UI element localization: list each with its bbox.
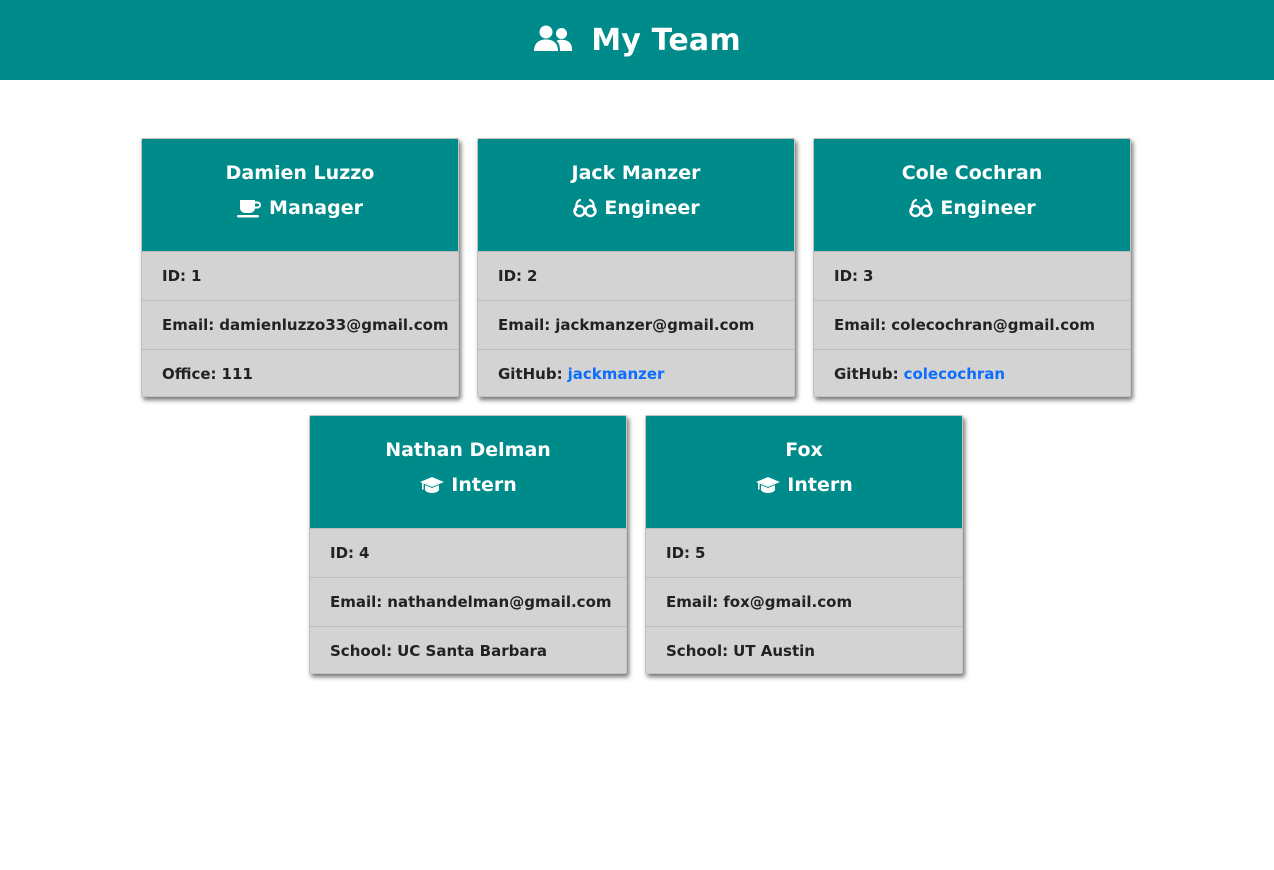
role-label: Engineer bbox=[940, 197, 1036, 219]
school-row: School: UT Austin bbox=[646, 626, 962, 673]
email-row: Email: jackmanzer@gmail.com bbox=[478, 300, 794, 349]
employee-name: Nathan Delman bbox=[385, 439, 551, 461]
id-value: 5 bbox=[695, 544, 706, 562]
email-row: Email: fox@gmail.com bbox=[646, 577, 962, 626]
employee-card-intern: Nathan Delman Intern ID: 4 Email: nathan… bbox=[309, 415, 627, 674]
graduation-cap-icon bbox=[419, 475, 445, 495]
email-label: Email: bbox=[498, 316, 551, 334]
school-label: School: bbox=[330, 642, 393, 660]
glasses-icon bbox=[572, 198, 598, 218]
id-row: ID: 1 bbox=[142, 251, 458, 300]
role-label: Intern bbox=[451, 474, 517, 496]
office-value: 111 bbox=[221, 365, 253, 383]
email-label: Email: bbox=[666, 593, 719, 611]
id-value: 2 bbox=[527, 267, 538, 285]
email-value[interactable]: damienluzzo33@gmail.com bbox=[219, 316, 448, 334]
page-title: My Team bbox=[591, 22, 741, 58]
email-row: Email: nathandelman@gmail.com bbox=[310, 577, 626, 626]
id-label: ID: bbox=[498, 267, 523, 285]
office-row: Office: 111 bbox=[142, 349, 458, 396]
email-value[interactable]: nathandelman@gmail.com bbox=[387, 593, 611, 611]
email-value[interactable]: fox@gmail.com bbox=[723, 593, 852, 611]
email-label: Email: bbox=[834, 316, 887, 334]
github-row: GitHub: jackmanzer bbox=[478, 349, 794, 396]
employee-card-manager: Damien Luzzo Manager ID: 1 Email: damien… bbox=[141, 138, 459, 397]
school-row: School: UC Santa Barbara bbox=[310, 626, 626, 673]
employee-role: Intern bbox=[646, 473, 962, 497]
github-link[interactable]: jackmanzer bbox=[568, 365, 665, 383]
school-value: UC Santa Barbara bbox=[397, 642, 547, 660]
email-value[interactable]: jackmanzer@gmail.com bbox=[555, 316, 754, 334]
github-label: GitHub: bbox=[498, 365, 563, 383]
employee-card-engineer: Jack Manzer Engineer ID: 2 Email: jackma… bbox=[477, 138, 795, 397]
card-header: Cole Cochran Engineer bbox=[814, 139, 1130, 251]
id-value: 4 bbox=[359, 544, 370, 562]
glasses-icon bbox=[908, 198, 934, 218]
card-header: Fox Intern bbox=[646, 416, 962, 528]
github-link[interactable]: colecochran bbox=[904, 365, 1005, 383]
card-header: Damien Luzzo Manager bbox=[142, 139, 458, 251]
employee-name: Damien Luzzo bbox=[225, 162, 375, 184]
employee-role: Manager bbox=[142, 196, 458, 220]
page-header: My Team bbox=[0, 0, 1274, 80]
id-row: ID: 2 bbox=[478, 251, 794, 300]
id-row: ID: 5 bbox=[646, 528, 962, 577]
github-label: GitHub: bbox=[834, 365, 899, 383]
email-row: Email: damienluzzo33@gmail.com bbox=[142, 300, 458, 349]
role-label: Engineer bbox=[604, 197, 700, 219]
id-value: 1 bbox=[191, 267, 202, 285]
role-label: Intern bbox=[787, 474, 853, 496]
email-row: Email: colecochran@gmail.com bbox=[814, 300, 1130, 349]
email-value[interactable]: colecochran@gmail.com bbox=[891, 316, 1095, 334]
employee-role: Engineer bbox=[478, 196, 794, 220]
card-header: Jack Manzer Engineer bbox=[478, 139, 794, 251]
users-icon bbox=[533, 24, 573, 54]
employee-card-intern: Fox Intern ID: 5 Email: fox@gmail.com Sc… bbox=[645, 415, 963, 674]
email-label: Email: bbox=[330, 593, 383, 611]
id-label: ID: bbox=[330, 544, 355, 562]
card-header: Nathan Delman Intern bbox=[310, 416, 626, 528]
id-row: ID: 3 bbox=[814, 251, 1130, 300]
id-label: ID: bbox=[162, 267, 187, 285]
employee-name: Fox bbox=[785, 439, 823, 461]
id-label: ID: bbox=[834, 267, 859, 285]
school-label: School: bbox=[666, 642, 729, 660]
employee-card-engineer: Cole Cochran Engineer ID: 3 Email: colec… bbox=[813, 138, 1131, 397]
employee-name: Cole Cochran bbox=[901, 162, 1043, 184]
employee-role: Intern bbox=[310, 473, 626, 497]
role-label: Manager bbox=[269, 197, 363, 219]
id-label: ID: bbox=[666, 544, 691, 562]
id-row: ID: 4 bbox=[310, 528, 626, 577]
coffee-mug-icon bbox=[237, 198, 263, 218]
employee-name: Jack Manzer bbox=[571, 162, 701, 184]
id-value: 3 bbox=[863, 267, 874, 285]
school-value: UT Austin bbox=[733, 642, 815, 660]
github-row: GitHub: colecochran bbox=[814, 349, 1130, 396]
employee-role: Engineer bbox=[814, 196, 1130, 220]
office-label: Office: bbox=[162, 365, 217, 383]
email-label: Email: bbox=[162, 316, 215, 334]
graduation-cap-icon bbox=[755, 475, 781, 495]
